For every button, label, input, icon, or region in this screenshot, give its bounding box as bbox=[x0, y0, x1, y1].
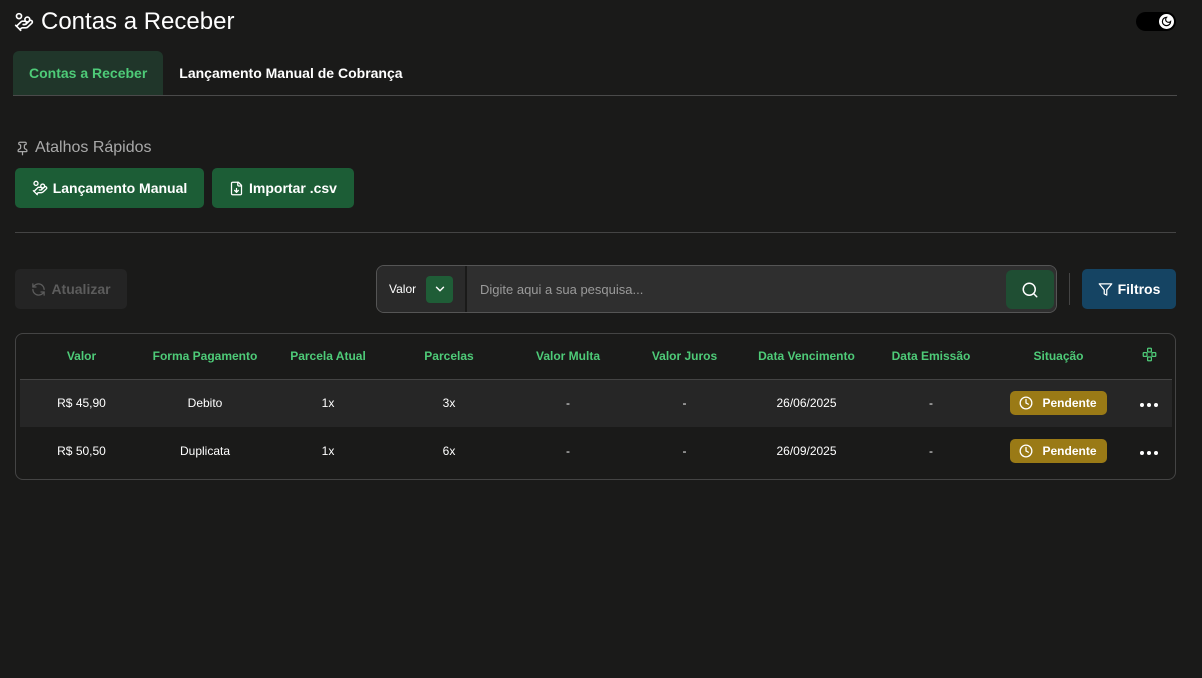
cell-parcelas: 6x bbox=[442, 444, 456, 458]
theme-toggle[interactable] bbox=[1136, 12, 1176, 31]
hand-coins-icon bbox=[14, 12, 34, 32]
clock-icon bbox=[1020, 396, 1033, 410]
import-csv-label: Importar .csv bbox=[249, 180, 337, 196]
cell-valor-multa: - bbox=[566, 444, 570, 458]
cell-forma-pagamento: Duplicata bbox=[179, 444, 231, 458]
column-settings-button[interactable] bbox=[1126, 334, 1172, 380]
cell-situacao: Pendente bbox=[991, 379, 1126, 427]
filters-button[interactable]: Filtros bbox=[1082, 269, 1176, 309]
tab-contas-a-receber[interactable]: Contas a Receber bbox=[13, 51, 164, 95]
status-badge: Pendente bbox=[1010, 391, 1107, 416]
cell-parcela-atual: 1x bbox=[267, 379, 389, 427]
cell-valor: R$ 45,90 bbox=[20, 379, 143, 427]
import-csv-button[interactable]: Importar .csv bbox=[212, 168, 354, 208]
cell-parcelas: 3x bbox=[389, 379, 509, 427]
more-horizontal-icon[interactable] bbox=[1136, 399, 1162, 411]
search-bar: Valor bbox=[376, 265, 1057, 313]
search-button[interactable] bbox=[1006, 270, 1054, 309]
hand-coins-icon bbox=[32, 180, 48, 196]
column-header[interactable]: Situação bbox=[991, 334, 1126, 380]
manual-entry-label: Lançamento Manual bbox=[52, 180, 188, 196]
column-header[interactable]: Forma Pagamento bbox=[143, 334, 267, 380]
column-header[interactable]: Data Emissão bbox=[871, 334, 991, 380]
page-header: Contas a Receber bbox=[14, 8, 1176, 36]
clock-icon bbox=[1020, 444, 1033, 458]
pin-icon bbox=[17, 141, 28, 155]
cell-actions bbox=[1126, 379, 1172, 427]
cell-data-vencimento: 26/06/2025 bbox=[742, 379, 871, 427]
search-icon bbox=[1022, 282, 1038, 297]
status-label: Pendente bbox=[1042, 396, 1097, 411]
cell-forma-pagamento: Debito bbox=[143, 379, 267, 427]
page-title: Contas a Receber bbox=[41, 8, 235, 35]
column-header[interactable]: Parcelas bbox=[389, 334, 509, 380]
tab-lancamento-manual-cobranca[interactable]: Lançamento Manual de Cobrança bbox=[163, 51, 418, 95]
cell-parcela-atual: 1x bbox=[321, 444, 335, 458]
refresh-label: Atualizar bbox=[51, 281, 111, 297]
column-header[interactable]: Valor Multa bbox=[509, 334, 627, 380]
moon-icon bbox=[1159, 14, 1174, 29]
cell-actions bbox=[1126, 427, 1172, 475]
more-horizontal-icon[interactable] bbox=[1136, 447, 1162, 459]
table-row[interactable]: R$ 45,90 Debito 1x 3x - - 26/06/2025 - P… bbox=[20, 379, 1172, 427]
refresh-button[interactable]: Atualizar bbox=[15, 269, 127, 309]
search-field-select[interactable]: Valor bbox=[377, 266, 467, 312]
manual-entry-button[interactable]: Lançamento Manual bbox=[15, 168, 204, 208]
cell-valor-juros: - bbox=[627, 379, 742, 427]
search-input[interactable] bbox=[467, 266, 1056, 312]
section-divider bbox=[15, 232, 1176, 233]
shortcuts-label: Atalhos Rápidos bbox=[35, 139, 152, 156]
toolbar-separator bbox=[1069, 273, 1070, 305]
refresh-icon bbox=[32, 282, 46, 296]
cell-valor: R$ 50,50 bbox=[57, 444, 106, 458]
column-header[interactable]: Valor bbox=[20, 334, 143, 380]
column-header[interactable]: Parcela Atual bbox=[267, 334, 389, 380]
search-field-value: Valor bbox=[389, 282, 417, 296]
status-label: Pendente bbox=[1042, 444, 1097, 458]
cell-data-emissao: - bbox=[871, 379, 991, 427]
tab-bar: Contas a Receber Lançamento Manual de Co… bbox=[13, 51, 1177, 96]
cell-data-emissao: - bbox=[929, 444, 933, 458]
filters-label: Filtros bbox=[1117, 281, 1161, 297]
cell-situacao: Pendente bbox=[991, 427, 1126, 475]
table-row[interactable]: R$ 50,50 Duplicata 1x 6x - - 26/09/2025 … bbox=[20, 427, 1172, 475]
file-download-icon bbox=[230, 181, 243, 195]
receivables-table: Valor Forma Pagamento Parcela Atual Parc… bbox=[15, 333, 1176, 480]
chevron-down-icon[interactable] bbox=[426, 275, 454, 303]
workflow-icon bbox=[1142, 347, 1156, 362]
cell-data-vencimento: 26/09/2025 bbox=[776, 444, 837, 458]
cell-valor-juros: - bbox=[682, 444, 687, 458]
status-badge: Pendente bbox=[1010, 439, 1107, 463]
column-header[interactable]: Valor Juros bbox=[627, 334, 742, 380]
table-header-row: Valor Forma Pagamento Parcela Atual Parc… bbox=[20, 334, 1172, 380]
shortcuts-heading: Atalhos Rápidos bbox=[15, 139, 152, 157]
filter-icon bbox=[1098, 282, 1112, 296]
cell-valor-multa: - bbox=[509, 379, 627, 427]
column-header[interactable]: Data Vencimento bbox=[742, 334, 871, 380]
